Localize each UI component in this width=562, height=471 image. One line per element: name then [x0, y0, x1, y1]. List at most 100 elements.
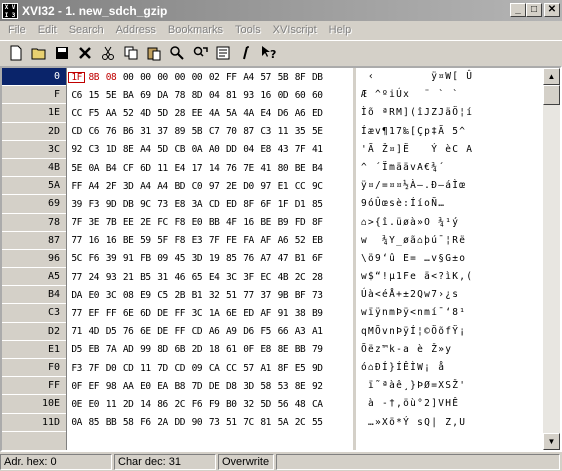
menu-xviscript[interactable]: XVIscript [267, 24, 323, 36]
hex-byte[interactable]: F5 [257, 326, 274, 337]
hex-byte[interactable]: 65 [188, 272, 205, 283]
hex-byte[interactable]: CC [68, 108, 85, 119]
hex-byte[interactable]: 77 [68, 235, 85, 246]
hex-byte[interactable]: 08 [102, 72, 119, 83]
hex-byte[interactable]: A4 [240, 72, 257, 83]
hex-byte[interactable]: 93 [240, 90, 257, 101]
hex-byte[interactable]: 00 [137, 72, 154, 83]
hex-byte[interactable]: B1 [188, 290, 205, 301]
hex-byte[interactable]: 59 [137, 235, 154, 246]
hex-byte[interactable]: 24 [85, 272, 102, 283]
hex-byte[interactable]: C5 [154, 290, 171, 301]
hex-byte[interactable]: F6 [85, 253, 102, 264]
hex-byte[interactable]: 00 [188, 72, 205, 83]
hex-byte[interactable]: 1D [102, 144, 119, 155]
hex-byte[interactable]: 2D [120, 399, 137, 410]
hex-byte[interactable]: 3D [120, 181, 137, 192]
hex-byte[interactable]: CB [171, 144, 188, 155]
hex-byte[interactable]: DD [223, 144, 240, 155]
hex-byte[interactable]: 7F [85, 363, 102, 374]
hex-byte[interactable]: 53 [274, 381, 291, 392]
hex-byte[interactable]: CC [291, 181, 308, 192]
hex-byte[interactable]: F3 [68, 363, 85, 374]
hex-byte[interactable]: D8 [223, 381, 240, 392]
hex-byte[interactable]: 85 [223, 253, 240, 264]
hex-byte[interactable]: EB [309, 235, 326, 246]
hex-byte[interactable]: 51 [223, 417, 240, 428]
hex-byte[interactable]: FF [171, 326, 188, 337]
hex-byte[interactable]: DA [154, 90, 171, 101]
hex-byte[interactable]: 28 [309, 272, 326, 283]
hex-byte[interactable]: 0D [274, 90, 291, 101]
hex-byte[interactable]: 2C [291, 417, 308, 428]
hex-byte[interactable]: ED [309, 108, 326, 119]
hex-byte[interactable]: E4 [206, 272, 223, 283]
minimize-button[interactable]: _ [510, 3, 526, 17]
hex-byte[interactable]: AD [120, 344, 137, 355]
scroll-down-button[interactable]: ▼ [543, 433, 560, 450]
hex-byte[interactable]: 76 [120, 326, 137, 337]
hex-byte[interactable]: 5D [257, 399, 274, 410]
hex-byte[interactable]: 55 [309, 417, 326, 428]
hex-byte[interactable]: EC [257, 272, 274, 283]
hex-byte[interactable]: E8 [171, 199, 188, 210]
hex-byte[interactable]: 2E [223, 181, 240, 192]
hex-byte[interactable]: 8E [120, 144, 137, 155]
text-row[interactable]: w$“!µ1Fe ä<?ìK,( [359, 268, 542, 286]
hex-byte[interactable]: ED [240, 308, 257, 319]
hex-byte[interactable]: 80 [274, 163, 291, 174]
hex-byte[interactable]: B9 [274, 217, 291, 228]
hex-byte[interactable]: 6B [171, 344, 188, 355]
hex-byte[interactable]: 7D [188, 381, 205, 392]
hex-byte[interactable]: 00 [120, 72, 137, 83]
hex-byte[interactable]: 1F [274, 199, 291, 210]
hex-byte[interactable]: E0 [85, 399, 102, 410]
hex-byte[interactable]: 5E [68, 163, 85, 174]
hex-byte[interactable]: 89 [171, 126, 188, 137]
hex-byte[interactable]: FF [223, 72, 240, 83]
open-file-button[interactable] [27, 42, 50, 64]
hex-byte[interactable]: 04 [240, 144, 257, 155]
hex-byte[interactable]: 93 [102, 272, 119, 283]
hex-byte[interactable]: D0 [102, 363, 119, 374]
hex-byte[interactable]: DE [206, 381, 223, 392]
hex-byte[interactable]: 86 [154, 399, 171, 410]
hex-byte[interactable]: D0 [240, 181, 257, 192]
hex-byte[interactable]: FF [102, 308, 119, 319]
settings-button[interactable] [211, 42, 234, 64]
hex-byte[interactable]: 39 [102, 253, 119, 264]
text-row[interactable]: \ö9‘û E= …v§G±o [359, 250, 542, 268]
hex-byte[interactable]: 56 [274, 399, 291, 410]
hex-byte[interactable]: F8 [171, 217, 188, 228]
hex-byte[interactable]: A1 [257, 363, 274, 374]
hex-byte[interactable]: 15 [85, 90, 102, 101]
hex-byte[interactable]: 98 [102, 381, 119, 392]
hex-byte[interactable]: 60 [309, 90, 326, 101]
hex-byte[interactable]: CA [206, 363, 223, 374]
hex-byte[interactable]: 76 [102, 126, 119, 137]
hex-byte[interactable]: E8 [257, 344, 274, 355]
hex-byte[interactable]: F6 [137, 417, 154, 428]
hex-byte[interactable]: D6 [240, 326, 257, 337]
hex-byte[interactable]: 3C [188, 308, 205, 319]
hex-byte[interactable]: AA [102, 108, 119, 119]
close-window-button[interactable]: ✕ [544, 3, 560, 17]
hex-byte[interactable]: D1 [291, 199, 308, 210]
hex-byte[interactable]: 6E [137, 326, 154, 337]
hex-byte[interactable]: 78 [171, 90, 188, 101]
hex-byte[interactable]: 5B [188, 126, 205, 137]
hex-byte[interactable]: B6 [120, 126, 137, 137]
text-row[interactable]: Æ ^ºiÚx ¨ ` ` [359, 86, 542, 104]
hex-byte[interactable]: 51 [223, 290, 240, 301]
hex-byte[interactable]: 60 [291, 90, 308, 101]
hex-byte[interactable]: E0 [85, 290, 102, 301]
hex-byte[interactable]: 8F [309, 217, 326, 228]
hex-byte[interactable]: 37 [154, 126, 171, 137]
hex-byte[interactable]: E4 [171, 163, 188, 174]
hex-byte[interactable]: E3 [188, 235, 205, 246]
hex-byte[interactable]: 09 [188, 363, 205, 374]
hex-byte[interactable]: A6 [206, 326, 223, 337]
hex-byte[interactable]: ED [223, 199, 240, 210]
hex-byte[interactable]: 8E [291, 381, 308, 392]
hex-byte[interactable]: 4D [85, 326, 102, 337]
